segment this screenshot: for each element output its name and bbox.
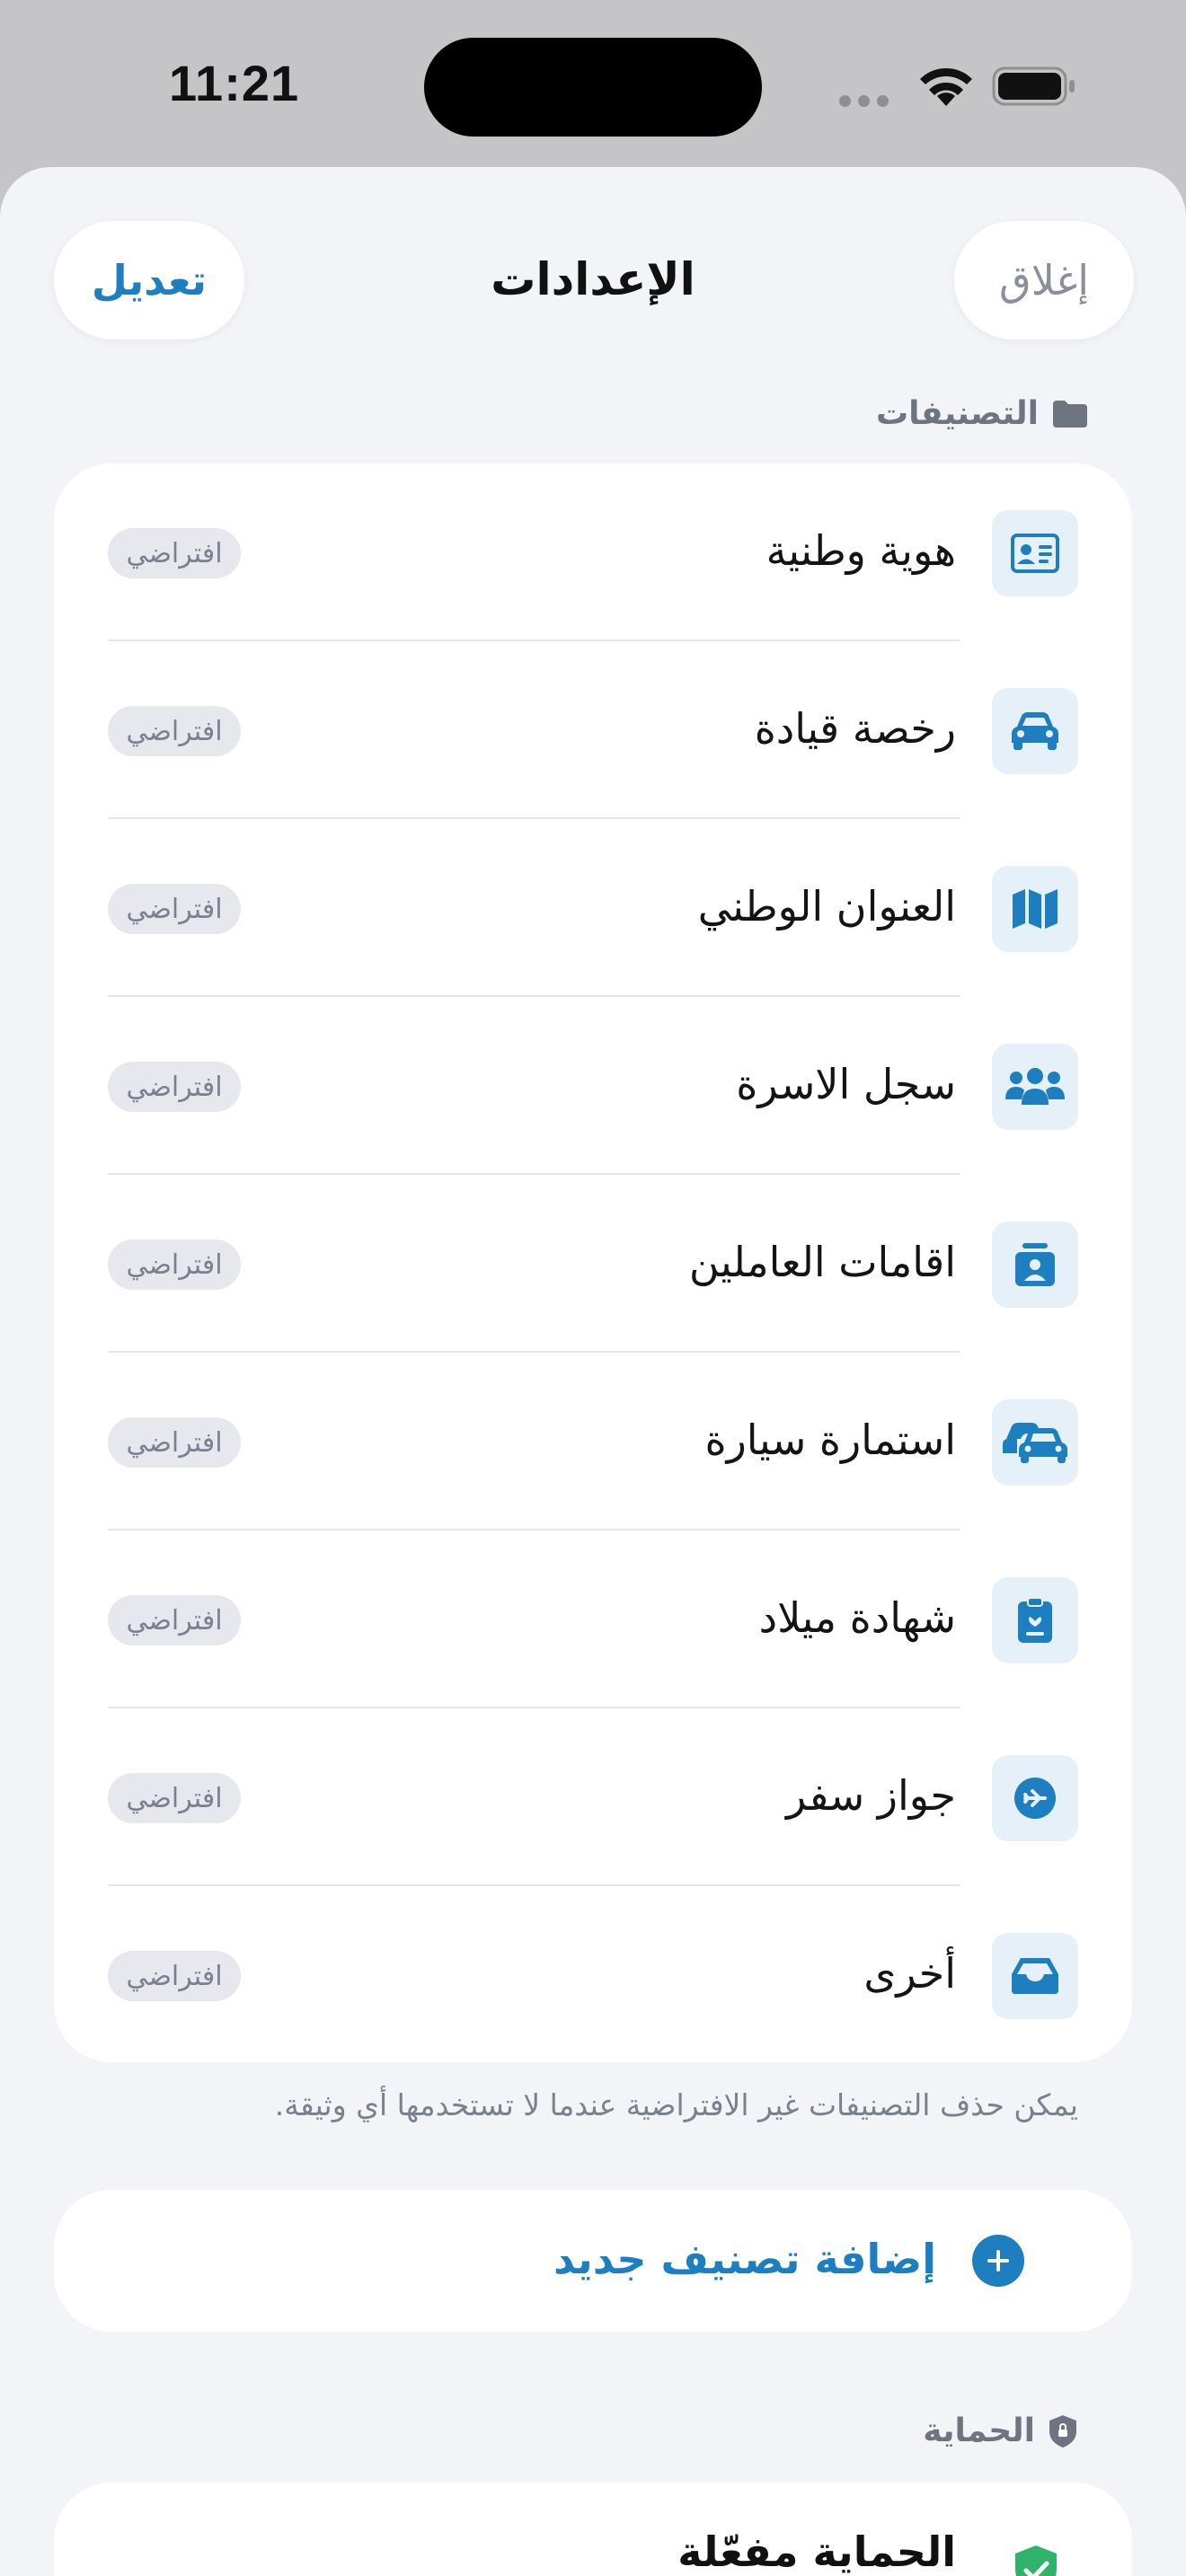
default-badge: افتراضي <box>108 1595 241 1645</box>
map-icon <box>992 866 1078 952</box>
default-badge: افتراضي <box>108 528 241 578</box>
category-label: اقامات العاملين <box>688 1238 956 1286</box>
default-badge: افتراضي <box>108 1417 241 1468</box>
clipboard-icon <box>992 1577 1078 1663</box>
category-label: سجل الاسرة <box>736 1060 956 1108</box>
category-row-birth-certificate[interactable]: شهادة ميلاد افتراضي <box>54 1531 1132 1708</box>
category-row-worker-residency[interactable]: اقامات العاملين افتراضي <box>54 1175 1132 1353</box>
default-badge: افتراضي <box>108 706 241 756</box>
protection-status-label: الحماية مفعّلة <box>677 2527 956 2576</box>
dynamic-island <box>424 38 762 137</box>
plus-icon <box>972 2235 1024 2287</box>
plane-icon <box>992 1755 1078 1841</box>
categories-footnote: يمكن حذف التصنيفات غير الافتراضية عندما … <box>274 2087 1078 2122</box>
add-category-button[interactable]: إضافة تصنيف جديد <box>54 2190 1132 2332</box>
inbox-icon <box>992 1933 1078 2019</box>
category-label: أخرى <box>863 1949 956 1998</box>
page-title: الإعدادات <box>491 253 695 305</box>
close-button[interactable]: إغلاق <box>954 221 1134 340</box>
category-label: جواز سفر <box>785 1771 956 1820</box>
status-bar: 11:21 <box>0 0 1186 167</box>
shield-lock-icon <box>1048 2413 1078 2449</box>
settings-sheet: تعديل الإعدادات إغلاق التصنيفات هوية وطن… <box>0 167 1186 2576</box>
categories-section-header: التصنيفات <box>876 395 1089 432</box>
id-card-icon <box>992 510 1078 596</box>
protection-section-header: الحماية <box>923 2413 1078 2449</box>
category-label: رخصة قيادة <box>754 704 956 753</box>
sheet-header: تعديل الإعدادات إغلاق <box>0 167 1186 347</box>
category-row-vehicle-registration[interactable]: استمارة سيارة افتراضي <box>54 1353 1132 1531</box>
default-badge: افتراضي <box>108 1239 241 1290</box>
category-row-family-record[interactable]: سجل الاسرة افتراضي <box>54 997 1132 1175</box>
category-label: العنوان الوطني <box>697 882 956 931</box>
category-row-other[interactable]: أخرى افتراضي <box>54 1886 1132 2064</box>
default-badge: افتراضي <box>108 1951 241 2001</box>
categories-section-title: التصنيفات <box>875 395 1039 432</box>
battery-icon <box>992 66 1075 106</box>
category-label: استمارة سيارة <box>704 1416 956 1464</box>
status-time: 11:21 <box>169 55 300 111</box>
cars-icon <box>992 1399 1078 1486</box>
folder-icon <box>1051 399 1089 429</box>
shield-check-icon <box>1015 2545 1057 2576</box>
default-badge: افتراضي <box>108 1773 241 1823</box>
category-label: شهادة ميلاد <box>758 1593 956 1642</box>
protection-section-title: الحماية <box>923 2413 1035 2449</box>
category-label: هوية وطنية <box>766 526 956 575</box>
category-row-national-id[interactable]: هوية وطنية افتراضي <box>54 463 1132 641</box>
category-row-passport[interactable]: جواز سفر افتراضي <box>54 1708 1132 1886</box>
badge-icon <box>992 1222 1078 1308</box>
categories-list: هوية وطنية افتراضي رخصة قيادة افتراضي ال… <box>54 463 1132 2062</box>
family-icon <box>992 1044 1078 1130</box>
category-row-driving-license[interactable]: رخصة قيادة افتراضي <box>54 641 1132 819</box>
default-badge: افتراضي <box>108 884 241 934</box>
default-badge: افتراضي <box>108 1062 241 1112</box>
wifi-icon <box>920 68 972 106</box>
protection-card[interactable]: الحماية مفعّلة <box>54 2483 1132 2576</box>
add-category-label: إضافة تصنيف جديد <box>553 2235 936 2283</box>
signal-dots-icon <box>839 93 896 110</box>
category-row-national-address[interactable]: العنوان الوطني افتراضي <box>54 819 1132 997</box>
edit-button[interactable]: تعديل <box>54 221 244 340</box>
car-icon <box>992 688 1078 774</box>
